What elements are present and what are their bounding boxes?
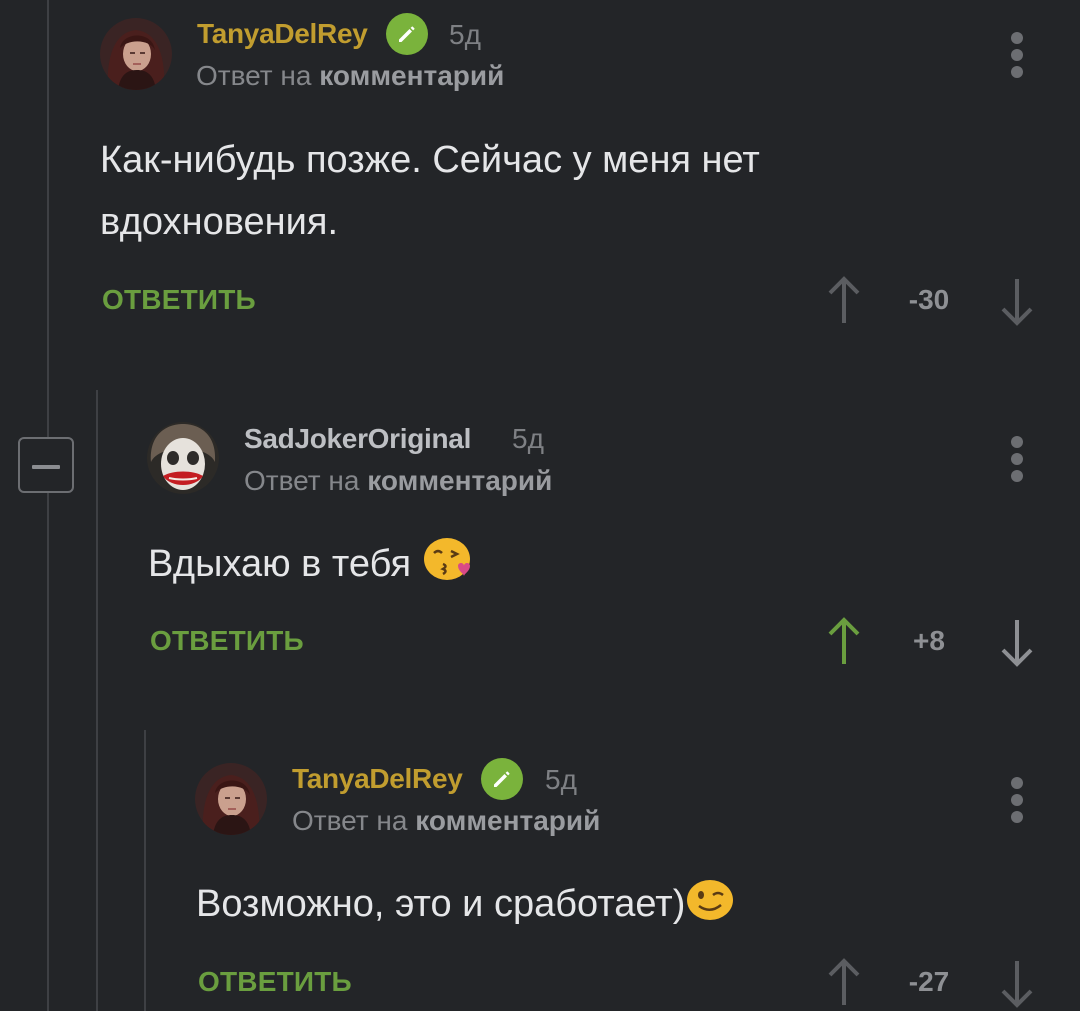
minus-icon [32,465,60,469]
reply-to-line[interactable]: Ответ на комментарий [196,60,504,92]
upvote-button[interactable] [824,957,864,1009]
pencil-icon [481,758,523,800]
rating-value: -30 [908,284,950,315]
downvote-button[interactable] [997,275,1037,327]
pencil-icon [386,13,428,55]
timestamp: 5д [545,764,577,795]
thread-line-level-2 [96,390,98,1011]
author-name[interactable]: TanyaDelRey [292,763,463,795]
reply-prefix: Ответ на [292,805,408,836]
avatar[interactable] [195,763,267,835]
comment-text-row: Вдыхаю в тебя [148,533,648,595]
thread-line-level-3 [144,730,146,1011]
reply-target-link[interactable]: комментарий [367,465,552,496]
kissing-face-emoji [423,538,470,580]
rating-value: +8 [913,625,945,656]
comment-text-row: Возможно, это и сработает) [196,873,816,935]
avatar[interactable] [100,18,172,90]
reply-prefix: Ответ на [244,465,360,496]
comment-text: Вдыхаю в тебя [148,543,412,585]
reply-button[interactable]: ОТВЕТИТЬ [102,284,256,316]
more-options-button[interactable] [1006,436,1028,482]
thread-line-level-1 [47,0,49,1011]
reply-prefix: Ответ на [196,60,312,91]
avatar[interactable] [147,422,219,494]
author-name[interactable]: TanyaDelRey [197,18,368,50]
reply-to-line[interactable]: Ответ на комментарий [292,805,600,837]
upvote-button[interactable] [824,616,864,668]
author-name[interactable]: SadJokerOriginal [244,423,471,455]
reply-button[interactable]: ОТВЕТИТЬ [198,966,352,998]
downvote-button[interactable] [997,616,1037,668]
comment-text: Возможно, это и сработает) [196,883,686,925]
reply-target-link[interactable]: комментарий [415,805,600,836]
collapse-thread-button[interactable] [18,437,74,493]
upvote-button[interactable] [824,275,864,327]
timestamp: 5д [449,19,481,50]
winking-face-emoji [687,880,734,920]
more-options-button[interactable] [1006,777,1028,823]
comment-text: Как-нибудь позже. Сейчас у меня нет вдох… [100,139,760,243]
timestamp: 5д [512,423,544,454]
reply-target-link[interactable]: комментарий [319,60,504,91]
reply-to-line[interactable]: Ответ на комментарий [244,465,552,497]
reply-button[interactable]: ОТВЕТИТЬ [150,625,304,657]
rating-value: -27 [908,966,950,997]
more-options-button[interactable] [1006,32,1028,78]
downvote-button[interactable] [997,957,1037,1009]
